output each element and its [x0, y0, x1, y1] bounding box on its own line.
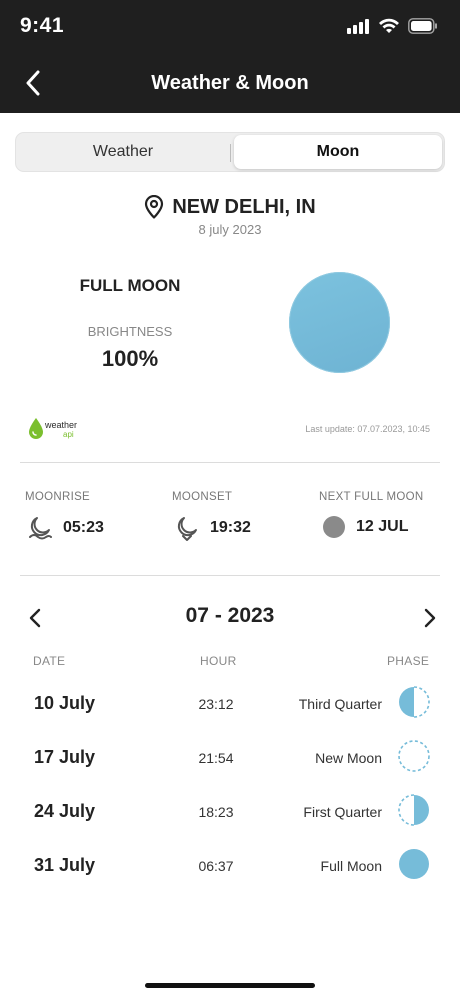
location-pin-icon	[145, 195, 164, 219]
signal-icon	[347, 19, 369, 34]
divider	[20, 462, 440, 463]
column-date: DATE	[33, 654, 66, 668]
first-quarter-icon	[398, 794, 429, 826]
moonset-value: 19:32	[210, 519, 251, 536]
next-full-moon-label: NEXT FULL MOON	[319, 491, 424, 503]
column-phase: PHASE	[387, 654, 430, 668]
current-date: 8 july 2023	[198, 222, 262, 237]
brightness-value: 100%	[101, 346, 159, 371]
app-header: 9:41 Weather & Moon	[0, 0, 460, 113]
tab-weather[interactable]: Weather	[18, 135, 228, 169]
battery-icon	[408, 18, 437, 34]
status-icons	[346, 18, 438, 34]
moonrise-stat: 05:23	[27, 515, 104, 541]
next-month-button[interactable]	[418, 604, 442, 632]
table-row: 10 July 23:12 Third Quarter	[0, 683, 460, 723]
status-time: 9:41	[20, 14, 65, 37]
full-moon-icon	[399, 849, 429, 879]
row-date: 17 July	[34, 747, 96, 767]
location-name: NEW DELHI, IN	[172, 195, 316, 218]
last-update: Last update: 07.07.2023, 10:45	[305, 424, 430, 434]
row-date: 10 July	[34, 693, 96, 713]
row-phase: Third Quarter	[298, 696, 382, 712]
home-indicator	[145, 983, 315, 988]
column-hour: HOUR	[200, 654, 237, 668]
moonset-stat: 19:32	[174, 515, 251, 541]
logo-text: weather	[44, 420, 77, 430]
location-heading: NEW DELHI, IN	[0, 195, 460, 219]
row-date: 31 July	[34, 855, 96, 875]
current-phase: FULL MOON	[79, 276, 181, 295]
new-moon-icon	[398, 740, 430, 772]
third-quarter-icon	[399, 686, 430, 718]
row-hour: 21:54	[198, 750, 234, 766]
month-title: 07 - 2023	[185, 604, 275, 627]
logo-sub: api	[63, 430, 74, 439]
moonset-label: MOONSET	[172, 491, 233, 503]
next-full-moon-stat: 12 JUL	[322, 515, 408, 539]
table-row: 24 July 18:23 First Quarter	[0, 791, 460, 831]
tab-moon[interactable]: Moon	[234, 135, 442, 169]
row-hour: 23:12	[198, 696, 234, 712]
moonrise-value: 05:23	[63, 519, 104, 536]
next-full-moon-value: 12 JUL	[356, 518, 409, 535]
segment-divider	[230, 144, 231, 162]
row-phase: First Quarter	[303, 804, 382, 820]
table-row: 31 July 06:37 Full Moon	[0, 845, 460, 885]
moon-illustration	[289, 272, 390, 373]
row-phase: Full Moon	[320, 858, 382, 874]
moonset-icon	[177, 517, 197, 541]
moonrise-label: MOONRISE	[25, 491, 91, 503]
row-hour: 06:37	[198, 858, 234, 874]
divider	[20, 575, 440, 576]
chevron-right-icon	[424, 608, 436, 628]
brightness-label: BRIGHTNESS	[87, 324, 173, 339]
row-date: 24 July	[34, 801, 96, 821]
table-row: 17 July 21:54 New Moon	[0, 737, 460, 777]
row-hour: 18:23	[198, 804, 234, 820]
moonrise-icon	[29, 517, 52, 540]
wifi-icon	[379, 18, 399, 33]
full-moon-dot-icon	[323, 516, 345, 538]
segmented-control: Weather Moon	[15, 132, 445, 172]
row-phase: New Moon	[315, 750, 382, 766]
page-title: Weather & Moon	[151, 72, 309, 94]
weatherapi-logo: weather api	[27, 416, 87, 442]
